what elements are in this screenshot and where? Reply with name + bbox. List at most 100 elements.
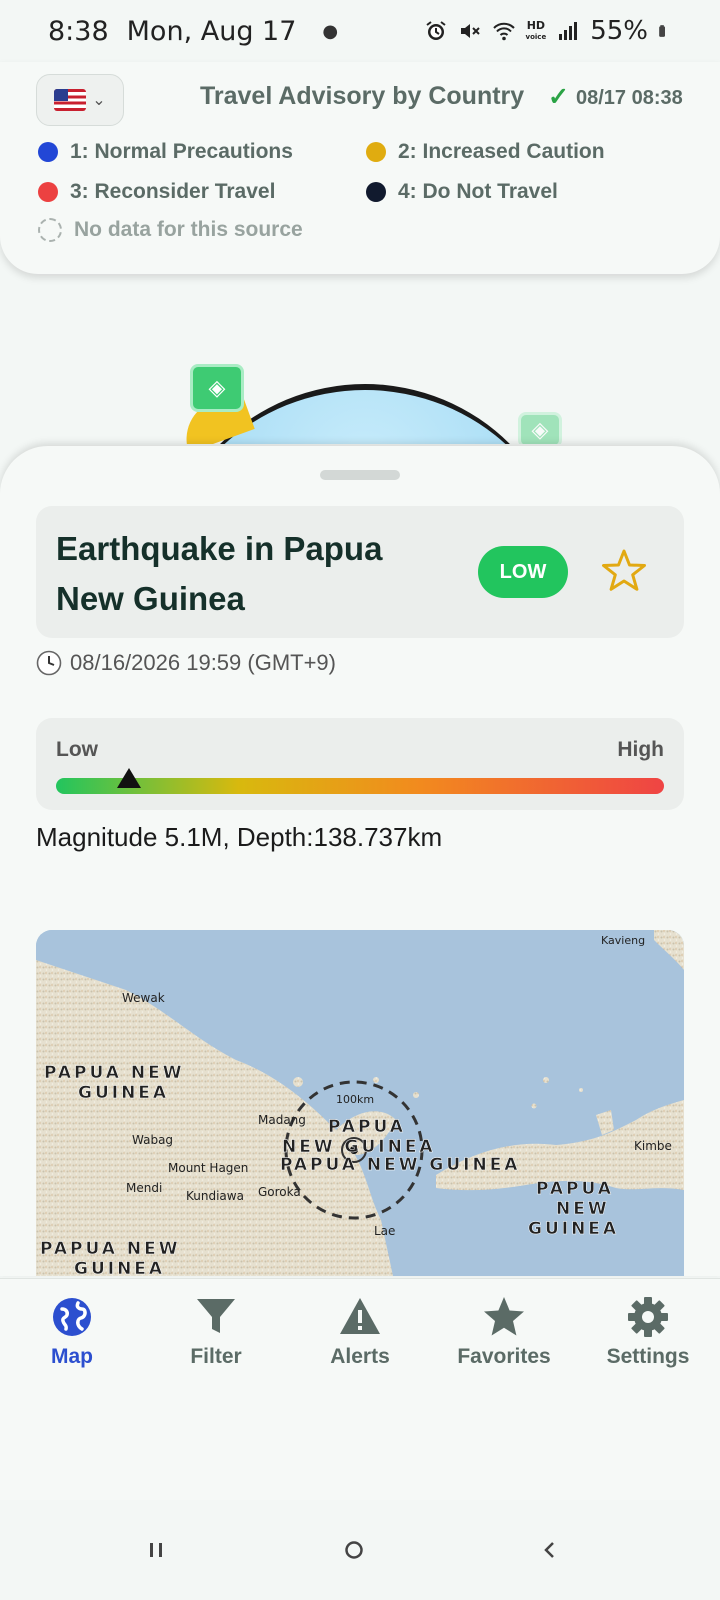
bottom-navigation: Map Filter Alerts Favorites Settings — [0, 1278, 720, 1500]
nav-tab-filter[interactable]: Filter — [144, 1295, 288, 1369]
map-label-png: NEW — [556, 1199, 610, 1219]
risk-level-marker — [116, 768, 141, 788]
risk-low-label: Low — [56, 738, 98, 761]
map-scale-label: 100km — [336, 1093, 374, 1106]
advisory-header: ⌄ Travel Advisory by Country ✓ 08/17 08:… — [0, 62, 720, 274]
nav-label: Map — [51, 1345, 93, 1368]
map-island — [413, 1092, 419, 1098]
legend-label: No data for this source — [74, 218, 303, 241]
signal-icon — [559, 22, 578, 40]
map-label-goroka: Goroka — [258, 1185, 301, 1199]
legend-label: 4: Do Not Travel — [398, 180, 558, 203]
nav-tab-settings[interactable]: Settings — [576, 1295, 720, 1369]
map-label-wabag: Wabag — [132, 1133, 173, 1147]
nav-tab-alerts[interactable]: Alerts — [288, 1295, 432, 1369]
map-label-kavieng: Kavieng — [601, 934, 645, 947]
wifi-icon — [492, 22, 515, 41]
gear-icon — [628, 1297, 668, 1337]
event-datetime: 08/16/2026 19:59 (GMT+9) — [36, 650, 336, 676]
map-island — [543, 1077, 549, 1083]
nav-label: Filter — [190, 1345, 242, 1368]
map-label-kimbe: Kimbe — [634, 1139, 672, 1153]
severity-badge: LOW — [478, 546, 568, 598]
map-label-wewak: Wewak — [122, 991, 165, 1005]
country-selector-button[interactable]: ⌄ — [36, 74, 124, 126]
risk-high-label: High — [617, 738, 664, 761]
status-bar: 8:38 Mon, Aug 17 ● HD voice 55% — [0, 0, 720, 62]
star-icon — [484, 1297, 524, 1336]
legend-item-no-data: No data for this source — [38, 218, 303, 242]
globe-map[interactable]: ◈ ◈ — [0, 274, 720, 444]
map-label-mount-hagen: Mount Hagen — [168, 1161, 248, 1175]
legend-item-increased: 2: Increased Caution — [366, 140, 605, 164]
legend-dot — [38, 182, 58, 202]
map-label-png: GUINEA — [528, 1219, 619, 1239]
event-header-card: Earthquake in Papua New Guinea LOW — [36, 506, 684, 638]
system-navigation-bar — [0, 1500, 720, 1600]
map-label-lae: Lae — [374, 1224, 395, 1238]
event-detail-sheet: Earthquake in Papua New Guinea LOW 08/16… — [0, 446, 720, 1276]
event-pin-icon[interactable]: ◈ — [190, 364, 244, 412]
map-label-png: GUINEA — [74, 1259, 165, 1276]
filter-icon — [197, 1299, 235, 1333]
warning-icon — [340, 1298, 380, 1334]
map-island — [373, 1077, 379, 1083]
map-label-kundiawa: Kundiawa — [186, 1189, 244, 1203]
status-time: 8:38 — [48, 15, 109, 47]
event-title: Earthquake in Papua New Guinea — [56, 530, 383, 617]
map-label-png: GUINEA — [78, 1083, 169, 1103]
battery-icon — [659, 25, 665, 37]
chevron-down-icon: ⌄ — [92, 92, 106, 109]
legend-item-do-not-travel: 4: Do Not Travel — [366, 180, 558, 204]
battery-level: 55% — [590, 16, 648, 46]
legend-dot — [366, 142, 386, 162]
notification-dot-icon: ● — [322, 20, 339, 42]
legend-label: 3: Reconsider Travel — [70, 180, 276, 203]
nav-label: Alerts — [330, 1345, 390, 1368]
last-updated: 08/17 08:38 — [576, 87, 683, 109]
legend-label: 1: Normal Precautions — [70, 140, 293, 163]
event-pin-icon[interactable]: ◈ — [518, 412, 562, 444]
status-date: Mon, Aug 17 — [126, 15, 297, 47]
alarm-icon — [425, 21, 446, 40]
nav-label: Favorites — [457, 1345, 551, 1368]
back-icon[interactable] — [530, 1530, 570, 1570]
event-datetime-text: 08/16/2026 19:59 (GMT+9) — [70, 650, 336, 675]
event-location-map[interactable]: 100km Kavieng Wewak PAPUA NEW GUINEA Mad… — [36, 930, 684, 1276]
map-island — [531, 1103, 537, 1109]
nav-tab-favorites[interactable]: Favorites — [432, 1295, 576, 1369]
checkmark-icon: ✓ — [548, 83, 569, 111]
map-label-png: PAPUA NEW GUINEA — [280, 1155, 520, 1175]
map-label-mendi: Mendi — [126, 1181, 162, 1195]
legend-item-reconsider: 3: Reconsider Travel — [38, 180, 275, 204]
map-label-png: NEW GUINEA — [282, 1137, 436, 1157]
map-label-png: PAPUA — [328, 1117, 406, 1137]
risk-scale: Low High — [36, 718, 684, 810]
risk-gradient-bar — [56, 778, 664, 794]
favorite-star-icon[interactable] — [596, 544, 652, 600]
event-details: Magnitude 5.1M, Depth:138.737km — [36, 822, 443, 852]
map-label-madang: Madang — [258, 1113, 306, 1127]
globe-icon — [53, 1298, 91, 1336]
advisory-title: Travel Advisory by Country — [200, 82, 525, 110]
us-flag-icon — [54, 89, 87, 111]
legend-dot — [366, 182, 386, 202]
map-label-png: PAPUA NEW — [44, 1063, 184, 1083]
sheet-drag-handle[interactable] — [320, 470, 400, 480]
map-label-png: PAPUA — [536, 1179, 614, 1199]
map-island — [293, 1077, 303, 1087]
legend-item-normal: 1: Normal Precautions — [38, 140, 293, 164]
mute-icon — [460, 24, 480, 38]
clock-icon — [36, 650, 62, 676]
map-image[interactable]: 100km Kavieng Wewak PAPUA NEW GUINEA Mad… — [36, 930, 684, 1276]
hd-voice-icon: HD voice — [525, 18, 547, 41]
map-island — [579, 1088, 583, 1092]
nav-tab-map[interactable]: Map — [0, 1295, 144, 1369]
legend-dot-dashed — [38, 218, 62, 242]
recents-icon[interactable] — [136, 1530, 176, 1570]
legend-dot — [38, 142, 58, 162]
map-label-png: PAPUA NEW — [40, 1239, 180, 1259]
legend-label: 2: Increased Caution — [398, 140, 605, 163]
home-icon[interactable] — [334, 1530, 374, 1570]
nav-label: Settings — [606, 1345, 690, 1368]
